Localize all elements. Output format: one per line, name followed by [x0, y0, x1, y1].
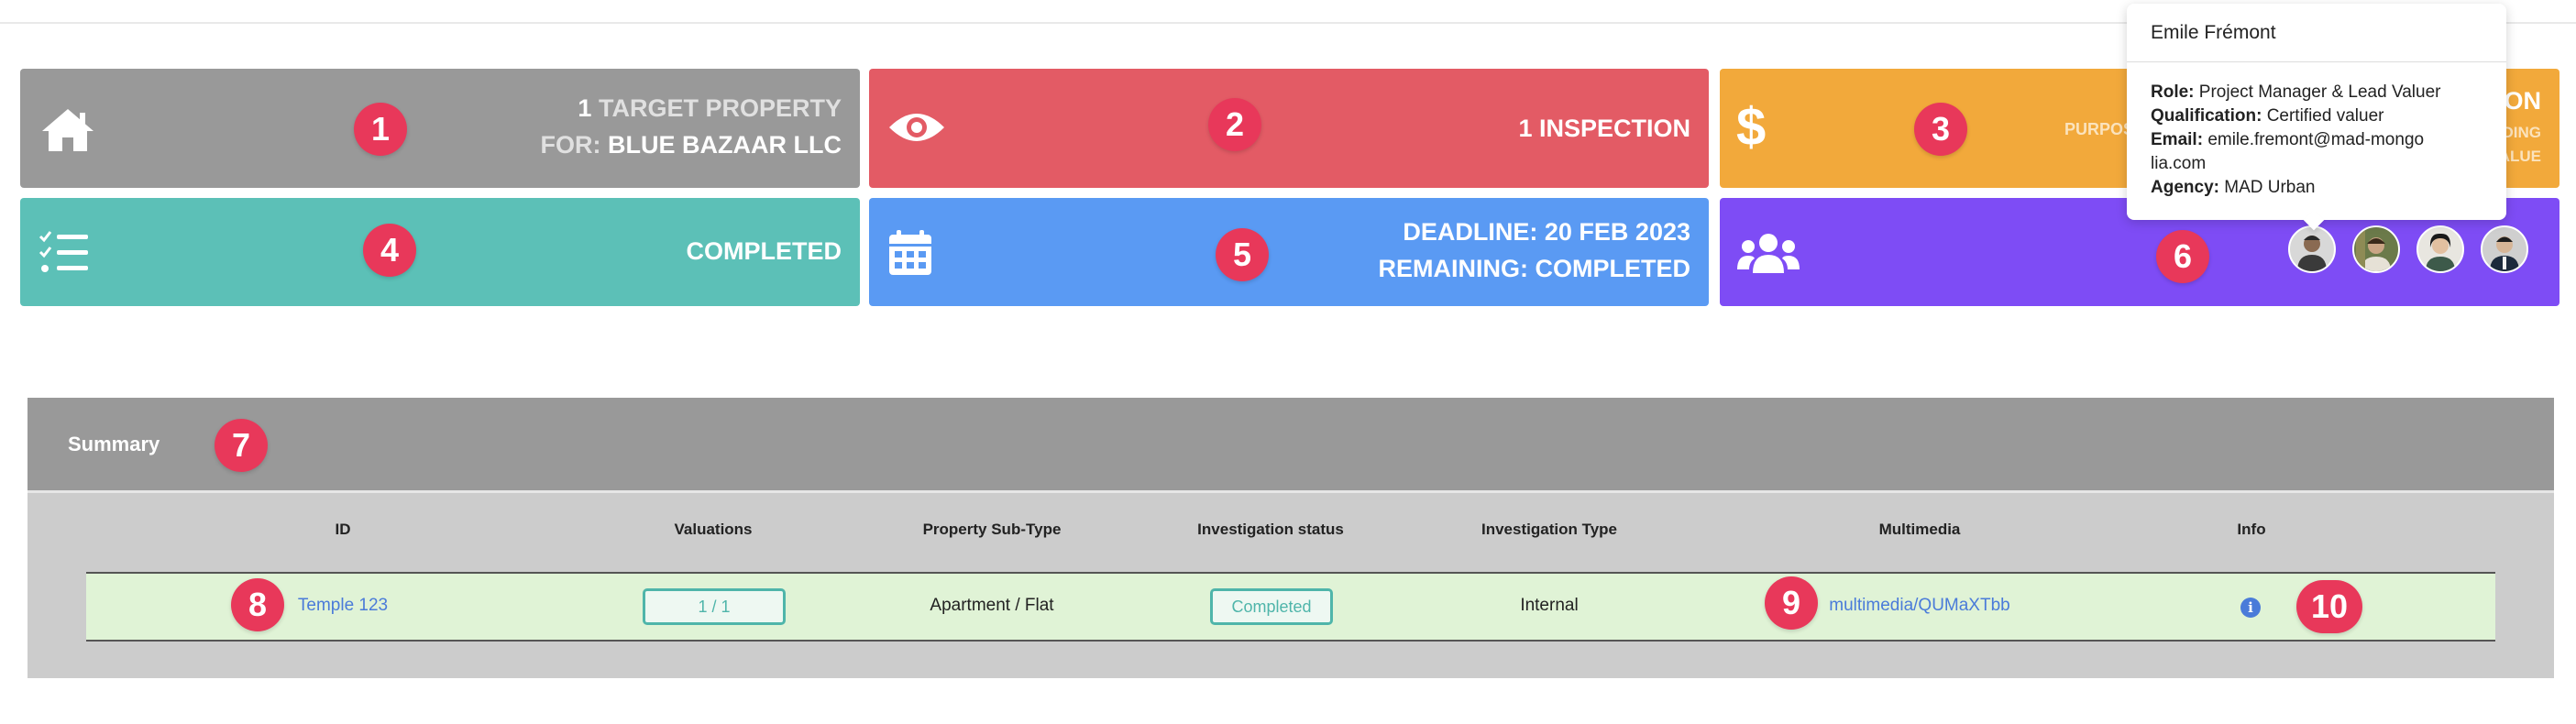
valuations-pill[interactable]: 1 / 1	[643, 588, 786, 625]
target-property-card[interactable]: 1 TARGET PROPERTY FOR: BLUE BAZAAR LLC	[20, 69, 860, 188]
tooltip-qual-label: Qualification:	[2151, 106, 2262, 126]
team-avatar-4[interactable]	[2481, 225, 2528, 273]
deadline-line2: REMAINING: COMPLETED	[1378, 255, 1691, 282]
multimedia-link[interactable]: multimedia/QUMaXTbb	[1829, 596, 2009, 616]
badge-5: 5	[1216, 228, 1269, 281]
tooltip-qual: Certified valuer	[2266, 106, 2384, 126]
tooltip-name: Emile Frémont	[2127, 4, 2506, 62]
badge-9: 9	[1765, 576, 1818, 630]
tooltip-role: Project Manager & Lead Valuer	[2198, 82, 2441, 102]
target-for-label: FOR:	[540, 131, 601, 159]
target-count: 1	[578, 94, 592, 122]
col-header-sub-type: Property Sub-Type	[922, 521, 1062, 538]
checklist-icon	[39, 231, 88, 272]
col-header-id: ID	[335, 521, 351, 538]
col-header-multimedia: Multimedia	[1878, 521, 1961, 538]
deadline-card[interactable]: DEADLINE: 20 FEB 2023 REMAINING: COMPLET…	[869, 198, 1709, 306]
badge-7: 7	[215, 419, 268, 472]
tooltip-agency-label: Agency:	[2151, 178, 2219, 197]
badge-8: 8	[231, 578, 284, 631]
badge-10: 10	[2296, 580, 2362, 633]
team-avatar-2[interactable]	[2352, 225, 2400, 273]
tooltip-email-label: Email:	[2151, 130, 2204, 149]
badge-1: 1	[354, 103, 407, 156]
eye-icon	[889, 114, 944, 141]
summary-panel: Summary ID Valuations Property Sub-Type …	[28, 398, 2554, 678]
badge-3: 3	[1914, 103, 1967, 156]
summary-title: Summary	[68, 433, 160, 455]
row-sub-type: Apartment / Flat	[930, 596, 1054, 615]
col-header-investigation-type: Investigation Type	[1481, 521, 1617, 538]
badge-4: 4	[363, 224, 416, 277]
tooltip-agency: MAD Urban	[2224, 178, 2316, 197]
purpose-line2: DING	[2502, 124, 2542, 141]
col-header-valuations: Valuations	[674, 521, 753, 538]
col-header-info: Info	[2237, 521, 2266, 538]
target-client: BLUE BAZAAR LLC	[608, 131, 842, 159]
purpose-title: ON	[2504, 87, 2542, 115]
badge-2: 2	[1208, 98, 1261, 151]
calendar-icon	[889, 230, 931, 275]
team-avatar-3[interactable]	[2416, 225, 2464, 273]
deadline-line1: DEADLINE: 20 FEB 2023	[1403, 218, 1690, 246]
row-id-link[interactable]: Temple 123	[298, 596, 388, 616]
info-icon[interactable]: i	[2240, 598, 2261, 618]
avatar-tooltip: Emile Frémont Role: Project Manager & Le…	[2127, 4, 2506, 220]
col-header-investigation-status: Investigation status	[1197, 521, 1344, 538]
status-text: COMPLETED	[686, 237, 842, 265]
inspection-card[interactable]: 1 INSPECTION	[869, 69, 1709, 188]
home-icon	[42, 109, 94, 151]
row-investigation-type: Internal	[1520, 596, 1579, 615]
purpose-left-label: PURPOS	[2064, 120, 2135, 138]
badge-6: 6	[2156, 230, 2209, 283]
target-label: TARGET PROPERTY	[598, 94, 842, 122]
team-avatar-1[interactable]	[2288, 225, 2336, 273]
inspection-text: 1 INSPECTION	[1518, 115, 1690, 142]
status-pill: Completed	[1210, 588, 1333, 625]
summary-header[interactable]: Summary	[28, 398, 2554, 493]
status-card[interactable]: COMPLETED	[20, 198, 860, 306]
dollar-icon: $	[1736, 97, 1767, 157]
users-icon	[1737, 234, 1800, 273]
tooltip-role-label: Role:	[2151, 82, 2195, 102]
